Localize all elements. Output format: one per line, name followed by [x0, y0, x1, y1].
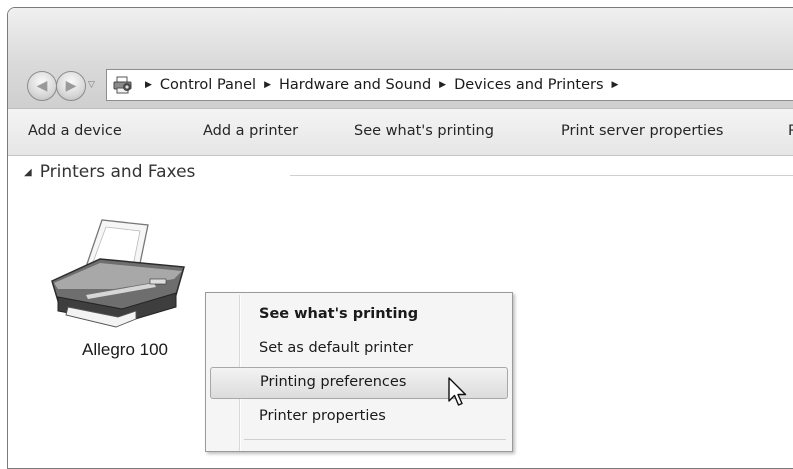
recent-pages-dropdown-icon[interactable]: ▽: [88, 80, 95, 90]
menu-item-see-whats-printing[interactable]: See what's printing: [210, 299, 508, 331]
print-server-properties-button[interactable]: Print server properties: [561, 123, 723, 139]
group-title: Printers and Faxes: [39, 162, 196, 182]
address-bar[interactable]: ▶ Control Panel ▶ Hardware and Sound ▶ D…: [106, 69, 793, 101]
add-device-button[interactable]: Add a device: [28, 123, 122, 139]
mouse-pointer-icon: [448, 377, 467, 406]
add-printer-button[interactable]: Add a printer: [203, 123, 298, 139]
title-bar: ◀ ▶ ▽ ▶ Control Panel ▶ Hardware and Sou…: [8, 8, 793, 108]
printer-folder-icon: [113, 76, 132, 94]
remove-device-button[interactable]: R: [788, 123, 793, 139]
see-whats-printing-button[interactable]: See what's printing: [354, 123, 494, 139]
breadcrumb-devices-and-printers[interactable]: Devices and Printers: [454, 77, 603, 93]
printer-icon[interactable]: [44, 215, 194, 335]
printer-name-label[interactable]: Allegro 100: [62, 330, 188, 386]
breadcrumb-control-panel[interactable]: Control Panel: [160, 77, 256, 93]
breadcrumb-separator-icon[interactable]: ▶: [264, 80, 271, 90]
group-header-printers-and-faxes[interactable]: ◢ Printers and Faxes: [24, 162, 195, 182]
breadcrumb-hardware-and-sound[interactable]: Hardware and Sound: [279, 77, 431, 93]
back-arrow-icon: ◀: [36, 78, 48, 94]
menu-item-set-default-printer[interactable]: Set as default printer: [210, 333, 508, 365]
command-bar: Add a device Add a printer See what's pr…: [8, 108, 793, 156]
forward-arrow-icon: ▶: [65, 78, 77, 94]
back-button[interactable]: ◀: [27, 71, 57, 101]
group-divider: [290, 175, 793, 176]
breadcrumb-separator-icon[interactable]: ▶: [612, 80, 619, 90]
collapse-triangle-icon[interactable]: ◢: [24, 167, 32, 178]
forward-button[interactable]: ▶: [56, 71, 86, 101]
menu-separator: [244, 439, 506, 440]
breadcrumb-separator-icon[interactable]: ▶: [439, 80, 446, 90]
breadcrumb-separator-icon[interactable]: ▶: [145, 80, 152, 90]
context-menu: See what's printing Set as default print…: [205, 292, 513, 452]
